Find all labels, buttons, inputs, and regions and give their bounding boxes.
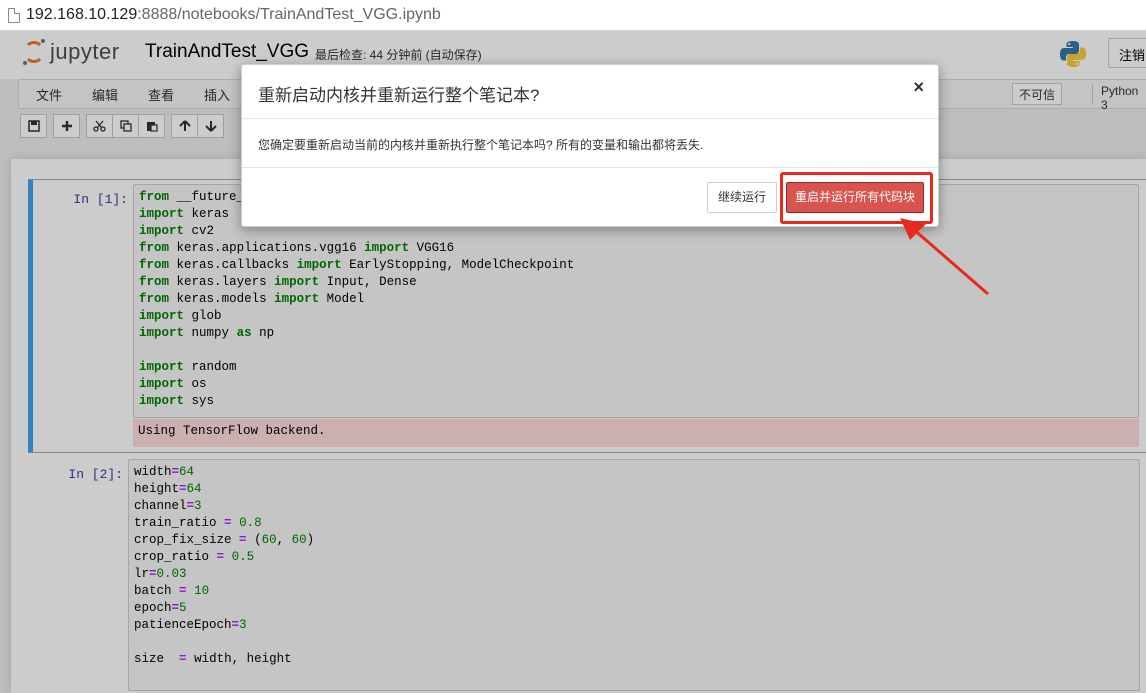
url-host: 192.168.10.129 bbox=[26, 6, 138, 23]
dialog-message: 您确定要重新启动当前的内核并重新执行整个笔记本吗? 所有的变量和输出都将丢失. bbox=[258, 138, 704, 152]
url-path: :8888/notebooks/TrainAndTest_VGG.ipynb bbox=[137, 6, 441, 23]
dialog-divider bbox=[242, 167, 938, 168]
continue-button[interactable]: 继续运行 bbox=[707, 182, 777, 213]
dialog-divider bbox=[242, 118, 938, 119]
page-icon bbox=[8, 7, 20, 23]
close-icon[interactable]: × bbox=[913, 77, 924, 98]
dialog-title: 重新启动内核并重新运行整个笔记本? bbox=[258, 86, 540, 105]
annotation-arrow-icon bbox=[900, 218, 989, 296]
address-bar[interactable]: 192.168.10.129:8888/notebooks/TrainAndTe… bbox=[0, 0, 1146, 31]
